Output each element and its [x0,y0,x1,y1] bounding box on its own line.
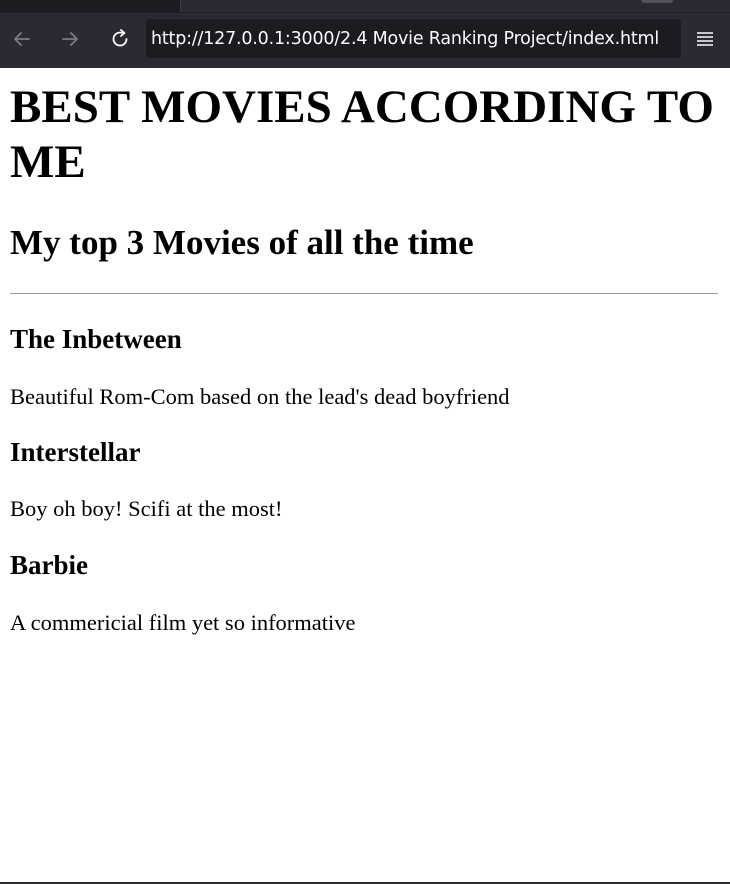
url-text[interactable]: http://127.0.0.1:3000/2.4 Movie Ranking … [151,29,659,49]
hamburger-menu-icon [697,32,713,46]
movie-title: Interstellar [10,437,141,467]
browser-toolbar: http://127.0.0.1:3000/2.4 Movie Ranking … [0,0,730,68]
forward-button[interactable] [55,24,85,54]
reload-icon [112,29,128,47]
arrow-left-icon [14,32,30,46]
page-content: BEST MOVIES ACCORDING TO ME My top 3 Mov… [10,68,718,636]
movie-title: Barbie [10,550,88,580]
movie-description: Boy oh boy! Scifi at the most! [10,496,283,521]
reload-button[interactable] [105,24,135,54]
tab-indicator [641,0,673,3]
movie-description: A commericial film yet so informative [10,610,356,635]
movie-list: The Inbetween Beautiful Rom-Com based on… [10,324,718,636]
divider [10,293,718,294]
arrow-right-icon [62,32,78,46]
tab-strip [0,0,730,13]
page-title: BEST MOVIES ACCORDING TO ME [10,81,714,188]
movie-description: Beautiful Rom-Com based on the lead's de… [10,384,510,409]
movie-title: The Inbetween [10,324,182,354]
page-subtitle: My top 3 Movies of all the time [10,223,474,262]
address-bar[interactable]: http://127.0.0.1:3000/2.4 Movie Ranking … [146,19,681,58]
menu-button[interactable] [690,24,720,54]
back-button[interactable] [7,24,37,54]
